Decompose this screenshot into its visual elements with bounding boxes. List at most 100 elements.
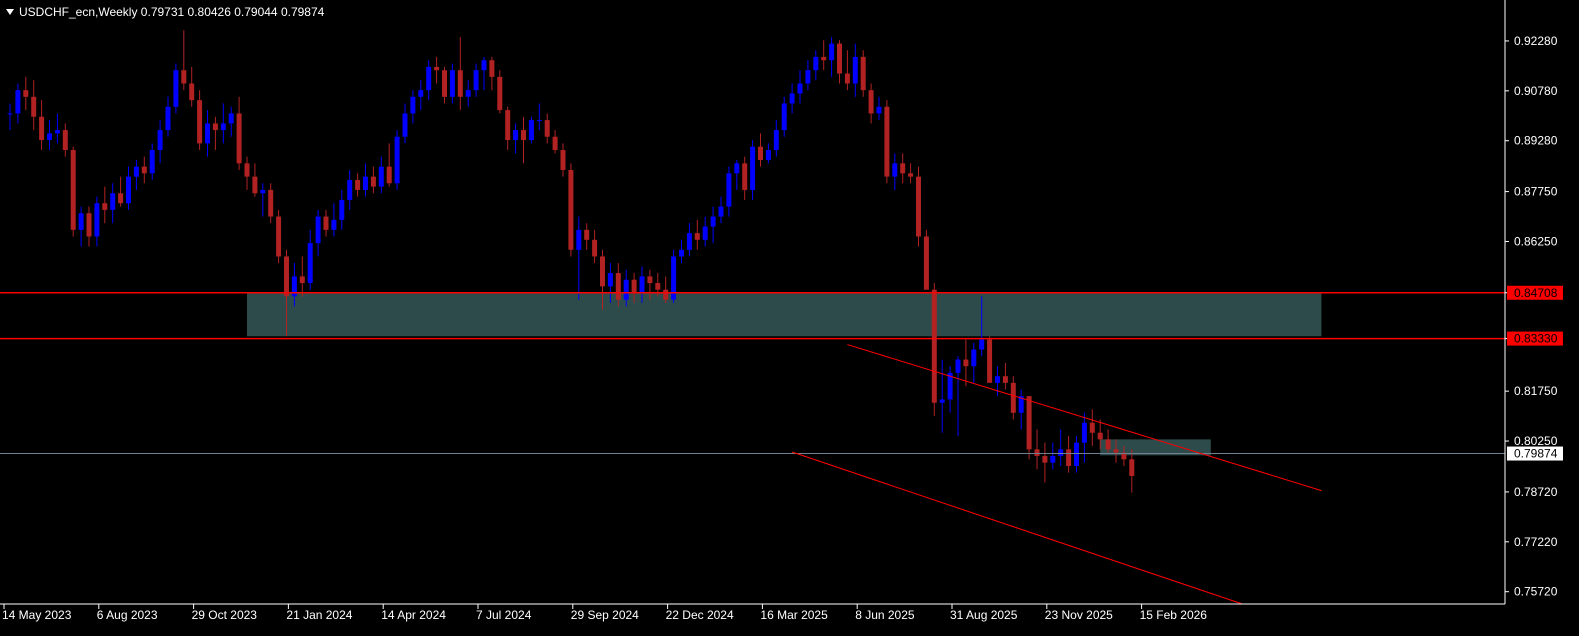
candle [671,249,677,304]
current-price-label: 0.79874 [1514,447,1558,461]
chart-title: USDCHF_ecn,Weekly 0.79731 0.80426 0.7904… [19,5,325,19]
candle-body [805,70,811,84]
candle-body [908,173,914,177]
candle-body [402,113,408,137]
candle-body [758,146,763,160]
candle-body [410,96,416,114]
candle [276,209,282,264]
candle-body [497,76,503,111]
candle-body [347,179,353,200]
candle-body [647,276,653,284]
candle-body [39,116,45,141]
price-tick-label: 0.75720 [1514,585,1558,599]
candle-body [212,123,218,131]
candle-body [600,256,605,287]
candle-body [126,176,131,204]
time-tick-label: 23 Nov 2025 [1045,608,1113,622]
time-tick-label: 31 Aug 2025 [950,608,1018,622]
candle-body [141,166,147,174]
candle-body [386,166,392,184]
candle-body [686,233,692,250]
candle-body [607,273,613,287]
time-tick-label: 8 Jun 2025 [855,608,915,622]
candle-body [1113,449,1119,453]
candle-body [165,106,171,131]
candle-body [789,93,795,104]
candle-body [62,130,68,151]
candle-body [560,150,566,170]
time-tick-label: 14 May 2023 [2,608,72,622]
candle-body [220,123,226,131]
candle-body [489,60,495,77]
candle [173,63,179,114]
candle-body [797,83,803,94]
candle-body [892,163,898,177]
candle-body [1105,439,1111,450]
candle-body [521,130,526,141]
candle-body [1058,449,1064,456]
candle-body [931,289,937,403]
candle-body [568,169,574,250]
candle-body [536,120,542,122]
candlestick-chart[interactable]: 0.92280 0.90780 0.89280 0.87750 0.86250 0.847… [0,0,1579,631]
candle-body [133,166,139,177]
candle-body [813,56,819,71]
chart-title-bar[interactable]: USDCHF_ecn,Weekly 0.79731 0.80426 0.7904… [6,5,324,19]
candle [931,283,937,417]
candle-body [987,339,993,383]
candle-body [655,283,661,290]
candle [884,100,890,184]
candle-body [631,279,637,294]
candle-body [481,60,487,71]
candle-body [726,173,732,207]
candle-body [1042,456,1048,463]
candle-body [615,273,621,300]
time-tick-label: 22 Dec 2024 [666,608,734,622]
candle-body [418,90,424,97]
zone-rect [1100,439,1211,456]
candle-body [110,193,116,210]
candle-body [378,166,384,187]
candle-body [592,239,598,257]
candle-body [1129,459,1135,476]
candle-body [355,179,361,190]
candle-body [900,163,906,174]
candle-body [244,163,250,177]
candle-body [995,376,1000,383]
time-tick-label: 15 Feb 2026 [1140,608,1208,622]
dropdown-triangle-icon[interactable] [6,9,14,15]
candle-body [623,279,629,300]
candle-body [773,130,779,151]
candle-body [323,216,329,230]
candle-body [923,236,929,290]
candle-body [7,113,13,115]
candle-body [434,66,440,71]
candle-body [1010,382,1016,413]
candle-body [260,189,266,194]
candle-body [331,219,337,230]
time-tick-label: 29 Sep 2024 [571,608,639,622]
candle-body [1002,376,1008,383]
price-tick-label: 0.89280 [1514,134,1558,148]
price-tick-label: 0.81750 [1514,384,1558,398]
candle-body [173,70,179,107]
price-tick-label: 0.83330 [1514,332,1558,346]
candle-body [505,110,511,141]
candle-body [1026,396,1032,450]
candle-body [884,106,890,177]
candle-body [276,216,282,257]
candle-body [1074,442,1079,466]
candle-body [449,70,455,97]
candle-body [457,70,463,97]
candle-body [734,163,740,174]
candle-body [694,233,700,240]
candle-body [829,43,835,61]
candle-body [394,136,400,184]
candle-body [781,103,787,131]
candle [987,336,993,383]
chart-area[interactable]: 0.92280 0.90780 0.89280 0.87750 0.86250 0.847… [0,0,1579,631]
candle-body [844,73,850,84]
candle-body [955,359,961,373]
candle-body [513,130,519,141]
candle-body [679,249,684,257]
